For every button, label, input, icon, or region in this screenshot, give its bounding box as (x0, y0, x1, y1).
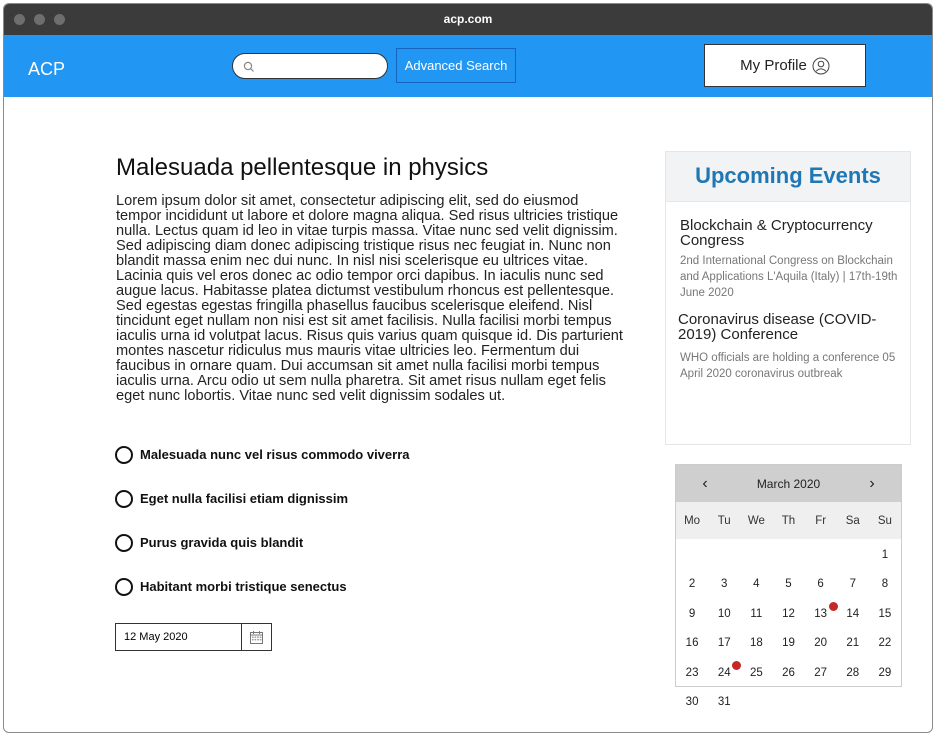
calendar-widget: ‹ March 2020 › Mo Tu We Th Fr Sa Su 1234567891… (675, 464, 902, 708)
my-profile-label: My Profile (740, 57, 807, 74)
radio-option-1[interactable]: Malesuada nunc vel risus commodo viverra (115, 445, 410, 489)
calendar-day[interactable]: 7 (837, 570, 869, 599)
search-input[interactable] (259, 57, 379, 75)
article: Malesuada pellentesque in physics Lorem … (116, 154, 626, 404)
calendar-day[interactable]: 16 (676, 629, 708, 658)
weekday-label: Fr (815, 514, 827, 527)
calendar-empty-cell (708, 541, 740, 570)
weekday-label: We (747, 514, 765, 527)
date-input[interactable] (116, 624, 242, 650)
calendar-empty-cell (805, 541, 837, 570)
calendar-day[interactable]: 1 (869, 541, 901, 570)
calendar-day[interactable]: 21 (837, 629, 869, 658)
calendar-days: 1 2 3 4 5 6 7 8 9 10 11 12 13 14 15 16 17 18 19 20 21 22 23 24 2… (676, 539, 901, 717)
radio-option-4[interactable]: Habitant morbi tristique senectus (115, 577, 410, 621)
browser-window: acp.com ACP Advanced Search My Profile M… (3, 3, 933, 733)
calendar-button[interactable] (242, 624, 271, 650)
calendar-day[interactable]: 3 (708, 570, 740, 599)
calendar-day[interactable]: 28 (837, 659, 869, 688)
calendar-icon (250, 630, 263, 644)
logo[interactable]: ACP (28, 59, 65, 80)
calendar-day[interactable]: 4 (740, 570, 772, 599)
calendar-day[interactable]: 17 (708, 629, 740, 658)
upcoming-events-title: Upcoming Events (666, 152, 910, 202)
url-label: acp.com (443, 12, 493, 26)
calendar-day[interactable]: 29 (869, 659, 901, 688)
user-icon (812, 57, 830, 74)
event-title[interactable]: Coronavirus disease (COVID-2019) Confere… (678, 312, 900, 342)
navbar: ACP Advanced Search My Profile (4, 35, 932, 97)
calendar-header: ‹ March 2020 › (676, 465, 901, 502)
calendar-day[interactable]: 2 (676, 570, 708, 599)
calendar-day[interactable]: 12 (772, 600, 804, 629)
event-description: WHO officials are holding a conference 0… (680, 352, 896, 380)
calendar-day[interactable]: 24 (708, 659, 742, 688)
event-item[interactable]: Blockchain & Cryptocurrency Congress 2nd… (666, 218, 910, 301)
calendar-day[interactable]: 11 (740, 600, 772, 629)
calendar-empty-cell (740, 541, 772, 570)
article-title: Malesuada pellentesque in physics (116, 154, 489, 181)
calendar-day[interactable]: 26 (772, 659, 804, 688)
radio-option-3[interactable]: Purus gravida quis blandit (115, 533, 410, 577)
upcoming-events-panel: Upcoming Events Blockchain & Cryptocurre… (665, 151, 911, 445)
search-box[interactable] (232, 53, 388, 79)
my-profile-button[interactable]: My Profile (704, 44, 866, 87)
radio-label: Habitant morbi tristique senectus (140, 579, 347, 594)
calendar-day[interactable]: 5 (772, 570, 804, 599)
search-icon (243, 61, 254, 72)
calendar-empty-cell (676, 541, 708, 570)
calendar-day[interactable]: 31 (708, 688, 740, 717)
calendar-day[interactable]: 15 (869, 600, 901, 629)
calendar-empty-cell (837, 541, 869, 570)
weekday-label: Tu (717, 514, 731, 527)
calendar-day[interactable]: 10 (708, 600, 740, 629)
event-description: 2nd International Congress on Blockchain… (680, 255, 898, 299)
radio-button[interactable] (115, 534, 133, 552)
weekday-label: Sa (845, 514, 860, 527)
chevron-right-icon[interactable]: › (865, 475, 879, 493)
calendar-day[interactable]: 23 (676, 659, 708, 688)
radio-button[interactable] (115, 578, 133, 596)
calendar-weekdays: Mo Tu We Th Fr Sa Su (676, 502, 901, 539)
radio-group: Malesuada nunc vel risus commodo viverra… (115, 445, 410, 621)
calendar-day[interactable]: 13 (805, 600, 838, 629)
radio-option-2[interactable]: Eget nulla facilisi etiam dignissim (115, 489, 410, 533)
radio-button[interactable] (115, 490, 133, 508)
calendar-empty-cell (772, 541, 804, 570)
calendar-day[interactable]: 9 (676, 600, 708, 629)
advanced-search-button[interactable]: Advanced Search (396, 48, 516, 83)
date-picker-field (115, 623, 272, 651)
radio-button[interactable] (115, 446, 133, 464)
calendar-day[interactable]: 30 (676, 688, 708, 717)
radio-label: Eget nulla facilisi etiam dignissim (140, 491, 349, 506)
calendar-day[interactable]: 20 (805, 629, 837, 658)
calendar-day[interactable]: 25 (740, 659, 772, 688)
radio-label: Malesuada nunc vel risus commodo viverra (140, 447, 410, 462)
chevron-left-icon[interactable]: ‹ (698, 475, 712, 493)
radio-label: Purus gravida quis blandit (140, 535, 304, 550)
event-title[interactable]: Blockchain & Cryptocurrency Congress (680, 218, 900, 248)
calendar-day[interactable]: 18 (740, 629, 772, 658)
weekday-label: Th (781, 514, 796, 527)
calendar-month-label: March 2020 (756, 476, 821, 491)
weekday-label: Su (877, 514, 892, 527)
weekday-label: Mo (684, 514, 701, 527)
calendar-day[interactable]: 6 (805, 570, 837, 599)
calendar-day[interactable]: 19 (772, 629, 804, 658)
title-bar: acp.com (4, 4, 932, 35)
calendar-day[interactable]: 14 (837, 600, 869, 629)
calendar-day[interactable]: 8 (869, 570, 901, 599)
article-body: Lorem ipsum dolor sit amet, consectetur … (116, 193, 623, 404)
calendar-day[interactable]: 22 (869, 629, 901, 658)
calendar-day[interactable]: 27 (805, 659, 837, 688)
event-item[interactable]: Coronavirus disease (COVID-2019) Confere… (666, 312, 910, 382)
